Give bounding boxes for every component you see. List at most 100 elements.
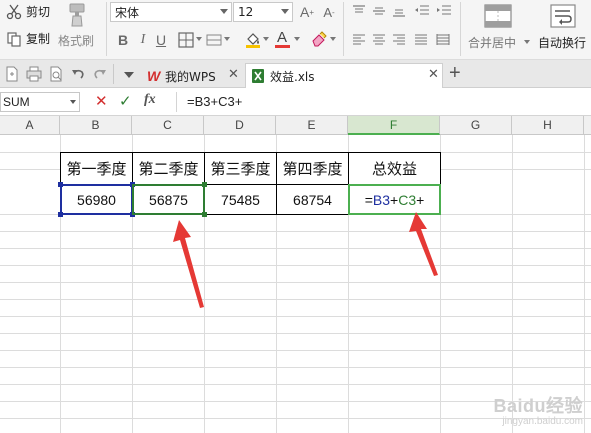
merge-cells-icon	[484, 4, 512, 28]
value-cell-e3[interactable]: 68754	[277, 185, 348, 214]
align-bottom-icon[interactable]	[392, 4, 406, 18]
copy-button[interactable]: 复制	[6, 30, 50, 47]
redo-icon[interactable]	[92, 66, 108, 82]
column-header-c[interactable]: C	[132, 116, 204, 135]
separator	[343, 2, 344, 56]
chevron-down-icon[interactable]	[196, 37, 202, 41]
gridline	[0, 384, 591, 385]
column-header-d[interactable]: D	[204, 116, 276, 135]
align-right-icon[interactable]	[392, 33, 406, 47]
borders-icon[interactable]	[178, 32, 194, 48]
wps-logo-icon: W	[147, 68, 161, 84]
selection-handle[interactable]	[202, 182, 207, 187]
column-header-next[interactable]	[584, 116, 591, 135]
close-icon[interactable]: ✕	[428, 67, 439, 82]
gridline	[0, 282, 591, 283]
undo-icon[interactable]	[70, 66, 86, 82]
auto-wrap-button[interactable]: 自动换行	[536, 2, 591, 56]
bold-button[interactable]: B	[114, 31, 132, 49]
auto-wrap-label: 自动换行	[538, 36, 587, 50]
formula-input[interactable]: =B3+C3+	[187, 94, 242, 109]
gridline	[0, 316, 591, 317]
tab-xls-file[interactable]: 效益.xls ✕	[245, 63, 443, 88]
justify-icon[interactable]	[414, 33, 428, 47]
cancel-icon[interactable]: ✕	[95, 92, 108, 110]
cut-button[interactable]: 剪切	[6, 3, 50, 20]
font-shrink-icon[interactable]: A-	[320, 3, 338, 21]
font-color-button[interactable]: A	[274, 29, 292, 49]
spreadsheet-grid[interactable]: A B C D E F G H 第一季度 第二季度 第三季度 第四季度 总效益 …	[0, 116, 591, 433]
distributed-align-icon[interactable]	[436, 33, 450, 47]
chevron-down-icon[interactable]	[294, 37, 300, 41]
column-header-h[interactable]: H	[512, 116, 584, 135]
confirm-check-icon[interactable]: ✓	[119, 92, 132, 110]
close-icon[interactable]: ✕	[228, 67, 239, 82]
align-top-icon[interactable]	[352, 4, 366, 18]
table-header-cell[interactable]: 第二季度	[133, 153, 204, 184]
format-painter-button[interactable]: 格式刷	[58, 2, 100, 54]
gridline	[0, 265, 591, 266]
table-header-cell[interactable]: 总效益	[349, 153, 440, 184]
print-icon[interactable]	[26, 66, 42, 82]
new-icon[interactable]	[4, 66, 20, 82]
copy-icon	[7, 31, 21, 47]
name-box-value: SUM	[3, 95, 30, 109]
scissors-icon	[6, 4, 22, 19]
quick-access-dropdown-icon[interactable]	[124, 72, 134, 78]
clear-format-icon[interactable]	[310, 30, 328, 48]
reference-highlight-c3	[132, 184, 205, 215]
table-border	[60, 152, 441, 153]
chevron-down-icon	[281, 9, 289, 14]
gridline	[0, 350, 591, 351]
tab-my-wps[interactable]: W 我的WPS ✕	[144, 63, 244, 88]
font-color-swatch	[275, 45, 290, 48]
separator	[460, 2, 461, 56]
formula-bar: SUM ✕ ✓ fx =B3+C3+	[0, 88, 591, 116]
table-border	[276, 152, 277, 215]
tab-label: 效益.xls	[270, 70, 315, 84]
reference-highlight-b3	[60, 184, 133, 215]
font-size-select[interactable]: 12	[233, 2, 293, 22]
align-middle-icon[interactable]	[372, 4, 386, 18]
red-arrow-annotation	[409, 212, 438, 276]
value-cell-d3[interactable]: 75485	[205, 185, 276, 214]
print-preview-icon[interactable]	[48, 66, 64, 82]
insert-function-button[interactable]: fx	[144, 92, 156, 108]
column-header-a[interactable]: A	[0, 116, 60, 135]
new-tab-plus-icon[interactable]: +	[449, 62, 461, 85]
fill-color-icon[interactable]	[244, 30, 262, 48]
column-header-b[interactable]: B	[60, 116, 132, 135]
table-header-cell[interactable]: 第四季度	[277, 153, 348, 184]
column-header-f[interactable]: F	[348, 116, 440, 135]
font-name-select[interactable]: 宋体	[110, 2, 232, 22]
tab-bar: W 我的WPS ✕ 效益.xls ✕ +	[0, 60, 591, 88]
separator	[176, 92, 177, 112]
chevron-down-icon[interactable]	[330, 37, 336, 41]
table-header-cell[interactable]: 第三季度	[205, 153, 276, 184]
align-left-icon[interactable]	[352, 33, 366, 47]
chevron-down-icon	[70, 100, 76, 104]
cell-style-icon[interactable]	[206, 32, 222, 48]
column-header-g[interactable]: G	[440, 116, 512, 135]
font-grow-icon[interactable]: A +	[298, 3, 316, 21]
watermark-url: jingyan.baidu.com	[502, 416, 583, 427]
column-headers: A B C D E F G H	[0, 116, 591, 135]
underline-button[interactable]: U	[152, 31, 170, 49]
chevron-down-icon[interactable]	[263, 37, 269, 41]
column-header-e[interactable]: E	[276, 116, 348, 135]
gridline	[584, 135, 585, 433]
indent-decrease-icon[interactable]	[414, 4, 430, 18]
italic-button[interactable]: I	[134, 31, 152, 49]
merge-center-button[interactable]: 合并居中	[466, 2, 532, 56]
font-size-value: 12	[238, 5, 254, 19]
indent-increase-icon[interactable]	[436, 4, 452, 18]
align-center-icon[interactable]	[372, 33, 386, 47]
gridline	[0, 231, 591, 232]
selection-handle[interactable]	[58, 182, 63, 187]
wrap-text-icon	[550, 4, 576, 28]
name-box[interactable]: SUM	[0, 92, 80, 112]
selection-handle[interactable]	[58, 212, 63, 217]
table-header-cell[interactable]: 第一季度	[61, 153, 132, 184]
chevron-down-icon	[220, 9, 228, 14]
chevron-down-icon[interactable]	[224, 37, 230, 41]
